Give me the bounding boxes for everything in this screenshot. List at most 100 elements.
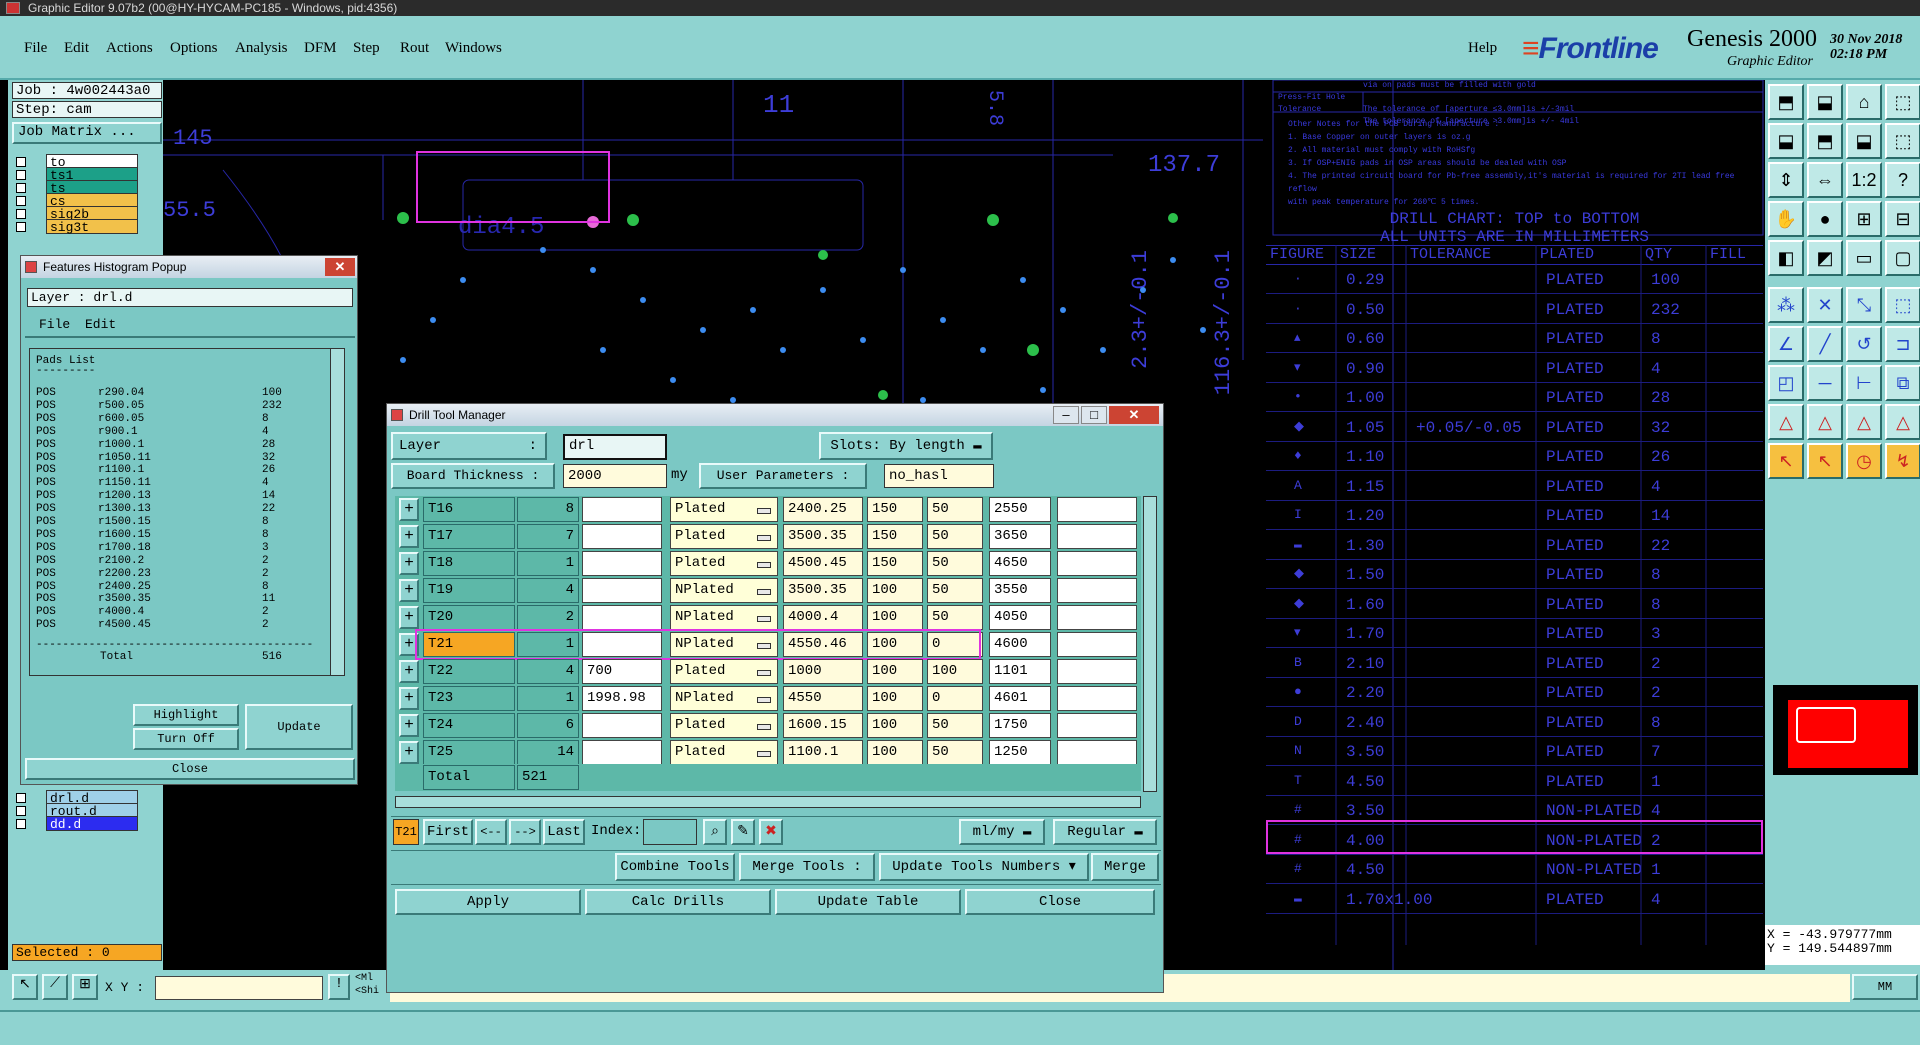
- unit-selector[interactable]: MM: [1852, 974, 1918, 1000]
- close-icon[interactable]: ✕: [325, 258, 355, 276]
- layer-checkbox[interactable]: [16, 222, 26, 232]
- pointer-tool-3-icon[interactable]: ◷: [1846, 443, 1882, 479]
- finish-size-input[interactable]: [582, 713, 662, 738]
- tool-row[interactable]: + T16 8 Plated 2400.25 150 50 2550: [395, 497, 1141, 523]
- extra-input[interactable]: [1057, 497, 1137, 522]
- extra-input[interactable]: [1057, 551, 1137, 576]
- tolerance-minus-input[interactable]: 50: [927, 497, 983, 522]
- prev-button[interactable]: <--: [475, 819, 507, 845]
- layer-name[interactable]: dd.d: [46, 816, 138, 832]
- highlight-button[interactable]: Highlight: [133, 704, 239, 726]
- drill-size-input[interactable]: 4500.45: [783, 551, 863, 576]
- shape-tool-4-icon[interactable]: △: [1885, 404, 1920, 440]
- result-size-input[interactable]: 4050: [989, 605, 1051, 630]
- plating-combo[interactable]: Plated: [670, 659, 778, 684]
- rotate-tool-4-icon[interactable]: ⊐: [1885, 326, 1920, 362]
- finish-size-input[interactable]: [582, 551, 662, 576]
- tool-row[interactable]: + T17 7 Plated 3500.35 150 50 3650: [395, 524, 1141, 550]
- result-size-input[interactable]: 4601: [989, 686, 1051, 711]
- result-size-input[interactable]: 4650: [989, 551, 1051, 576]
- tolerance-plus-input[interactable]: 100: [867, 713, 923, 738]
- extra-input[interactable]: [1057, 578, 1137, 603]
- align-tool-4-icon[interactable]: ⧉: [1885, 365, 1920, 401]
- tolerance-plus-input[interactable]: 150: [867, 497, 923, 522]
- tool-row[interactable]: + T24 6 Plated 1600.15 100 50 1750: [395, 713, 1141, 739]
- layer-checkbox[interactable]: [16, 183, 26, 193]
- drill-size-input[interactable]: 4000.4: [783, 605, 863, 630]
- pointer-tool-icon[interactable]: ↖: [12, 974, 38, 1000]
- histogram-menu-file[interactable]: File: [39, 317, 70, 332]
- result-size-input[interactable]: 2550: [989, 497, 1051, 522]
- select-tool-1-icon[interactable]: ⁂: [1768, 287, 1804, 323]
- expand-icon[interactable]: +: [399, 498, 419, 521]
- last-button[interactable]: Last: [543, 819, 585, 845]
- result-size-input[interactable]: 1101: [989, 659, 1051, 684]
- rotate-tool-3-icon[interactable]: ↺: [1846, 326, 1882, 362]
- help-tool-3-icon[interactable]: ⊞: [1846, 201, 1882, 237]
- tolerance-plus-input[interactable]: 100: [867, 659, 923, 684]
- result-size-input[interactable]: 3550: [989, 578, 1051, 603]
- finish-size-input[interactable]: 1998.98: [582, 686, 662, 711]
- layer-checkbox[interactable]: [16, 196, 26, 206]
- plating-combo[interactable]: Plated: [670, 524, 778, 549]
- menu-file[interactable]: File: [24, 40, 47, 57]
- result-size-input[interactable]: 3650: [989, 524, 1051, 549]
- result-size-input[interactable]: 4600: [989, 632, 1051, 657]
- expand-icon[interactable]: +: [399, 714, 419, 737]
- expand-icon[interactable]: +: [399, 741, 419, 764]
- slots-selector[interactable]: Slots: By length ▬: [819, 432, 993, 460]
- layer-row[interactable]: dd.d: [8, 816, 158, 832]
- help-tool-1-icon[interactable]: ✋: [1768, 201, 1804, 237]
- expand-icon[interactable]: +: [399, 579, 419, 602]
- expand-icon[interactable]: +: [399, 525, 419, 548]
- finish-size-input[interactable]: [582, 497, 662, 522]
- tolerance-plus-input[interactable]: 150: [867, 551, 923, 576]
- menu-rout[interactable]: Rout: [400, 40, 429, 57]
- tool-row[interactable]: + T19 4 NPlated 3500.35 100 50 3550: [395, 578, 1141, 604]
- user-params-input[interactable]: no_hasl: [884, 464, 994, 488]
- snap-tool-4-icon[interactable]: ▢: [1885, 240, 1920, 276]
- fit-tool-1-icon[interactable]: ⇕: [1768, 162, 1804, 198]
- close-icon[interactable]: ✕: [1109, 406, 1159, 424]
- tool-row[interactable]: + T20 2 NPlated 4000.4 100 50 4050: [395, 605, 1141, 631]
- plating-combo[interactable]: NPlated: [670, 686, 778, 711]
- zoom-tool-3-icon[interactable]: ⌂: [1846, 84, 1882, 120]
- tolerance-minus-input[interactable]: 0: [927, 686, 983, 711]
- expand-icon[interactable]: +: [399, 606, 419, 629]
- select-tool-4-icon[interactable]: ⬚: [1885, 287, 1920, 323]
- plating-combo[interactable]: Plated: [670, 740, 778, 765]
- menu-step[interactable]: Step: [353, 40, 380, 57]
- drill-size-input[interactable]: 1100.1: [783, 740, 863, 765]
- extra-input[interactable]: [1057, 659, 1137, 684]
- plating-combo[interactable]: NPlated: [670, 578, 778, 603]
- result-size-input[interactable]: 1750: [989, 713, 1051, 738]
- zoom-tool-4-icon[interactable]: ⬚: [1885, 84, 1920, 120]
- snap-tool-2-icon[interactable]: ◩: [1807, 240, 1843, 276]
- tolerance-minus-input[interactable]: 50: [927, 740, 983, 765]
- rotate-tool-1-icon[interactable]: ∠: [1768, 326, 1804, 362]
- menu-dfm[interactable]: DFM: [304, 40, 337, 57]
- snap-tool-3-icon[interactable]: ▭: [1846, 240, 1882, 276]
- mode-combo[interactable]: Regular ▬: [1053, 819, 1157, 845]
- table-vertical-scrollbar[interactable]: [1143, 496, 1157, 792]
- expand-icon[interactable]: +: [399, 687, 419, 710]
- finish-size-input[interactable]: [582, 578, 662, 603]
- histogram-close-button[interactable]: Close: [25, 758, 355, 780]
- layer-name[interactable]: sig3t: [46, 219, 138, 235]
- align-tool-2-icon[interactable]: ─: [1807, 365, 1843, 401]
- thickness-input[interactable]: 2000: [563, 464, 667, 488]
- layer-checkbox[interactable]: [16, 170, 26, 180]
- layer-checkbox[interactable]: [16, 793, 26, 803]
- layer-checkbox[interactable]: [16, 209, 26, 219]
- pan-tool-2-icon[interactable]: ⬒: [1807, 123, 1843, 159]
- fit-tool-2-icon[interactable]: ⇔: [1807, 162, 1843, 198]
- drill-size-input[interactable]: 4550: [783, 686, 863, 711]
- drill-size-input[interactable]: 3500.35: [783, 524, 863, 549]
- tool-row[interactable]: + T25 14 Plated 1100.1 100 50 1250: [395, 740, 1141, 766]
- pointer-tool-2-icon[interactable]: ↖: [1807, 443, 1843, 479]
- job-matrix-button[interactable]: Job Matrix ...: [12, 122, 162, 144]
- search-icon[interactable]: ⌕: [703, 819, 727, 845]
- grid-tool-icon[interactable]: ⊞: [72, 974, 98, 1000]
- index-input[interactable]: [643, 819, 697, 845]
- next-button[interactable]: -->: [509, 819, 541, 845]
